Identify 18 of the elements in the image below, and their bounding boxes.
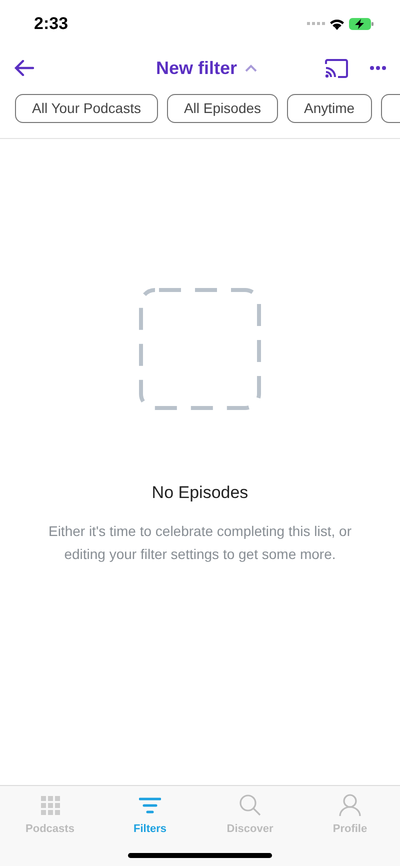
search-icon	[239, 794, 261, 816]
filter-icon	[139, 796, 161, 814]
wifi-icon	[329, 18, 345, 30]
clock: 2:33	[34, 13, 68, 36]
filter-chip[interactable]: Anytime	[287, 94, 372, 123]
filter-chip[interactable]: All Your Podcasts	[15, 94, 158, 123]
filter-chip[interactable]: All Episodes	[166, 94, 278, 123]
empty-message: Either it's time to celebrate completing this list, or editing your filter settings to get some more.	[47, 522, 353, 564]
empty-list-icon	[139, 288, 261, 410]
more-icon[interactable]	[370, 66, 386, 70]
signal-icon	[307, 22, 325, 26]
back-arrow-icon[interactable]	[14, 60, 34, 76]
cast-icon[interactable]	[325, 58, 348, 78]
battery-icon	[349, 18, 374, 30]
empty-title: No Episodes	[152, 482, 248, 504]
person-icon	[339, 794, 361, 816]
screen-title[interactable]: New filter	[156, 54, 238, 82]
grid-icon	[40, 796, 60, 814]
